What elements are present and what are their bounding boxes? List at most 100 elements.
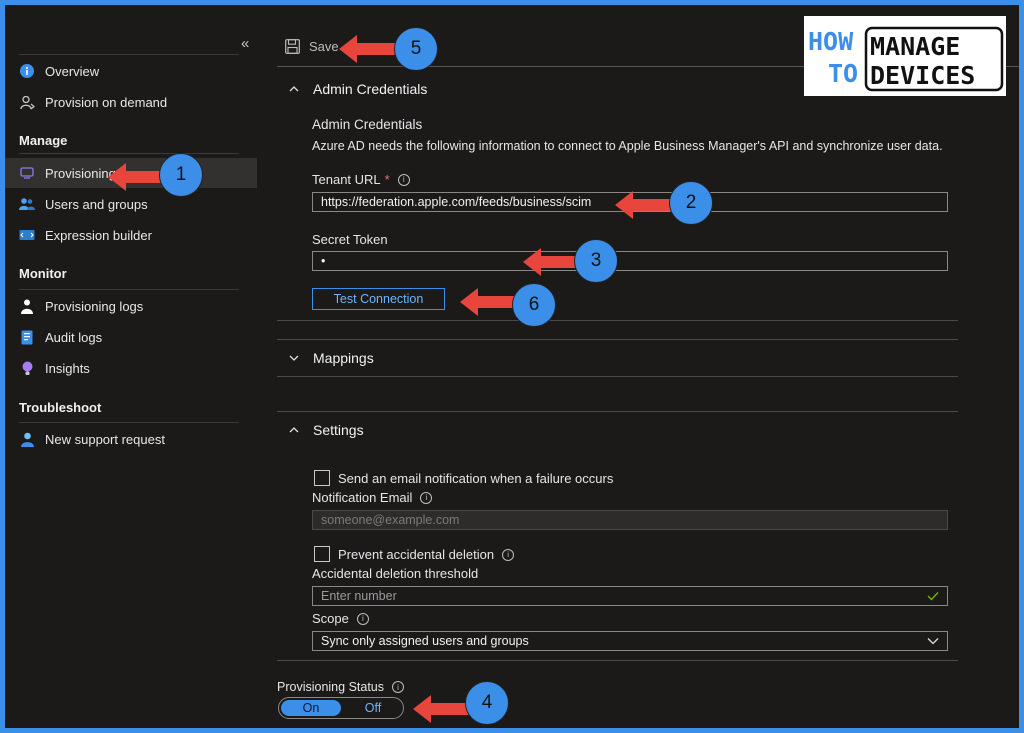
section-title: Settings	[313, 422, 364, 438]
annotation-badge-4: 4	[465, 681, 509, 725]
collapse-sidebar-button[interactable]: «	[241, 35, 249, 52]
checkmark-icon	[927, 592, 939, 601]
tenant-url-label-text: Tenant URL	[312, 172, 381, 187]
app-window: « Overview Provision on demand Manage Pr…	[5, 5, 1019, 728]
notification-email-label-text: Notification Email	[312, 490, 413, 505]
logo-devices: DEVICES	[870, 61, 975, 90]
chevron-up-icon	[289, 86, 299, 92]
sidebar-item-label: Audit logs	[45, 329, 103, 345]
section-divider	[277, 376, 958, 377]
section-divider	[277, 320, 958, 321]
save-label: Save	[309, 39, 339, 54]
audit-logs-icon	[19, 329, 35, 345]
section-divider	[277, 339, 958, 340]
save-button[interactable]: Save	[285, 39, 339, 54]
sidebar-divider	[19, 153, 239, 154]
sidebar-item-audit-logs[interactable]: Audit logs	[5, 322, 257, 352]
scope-label-text: Scope	[312, 611, 349, 626]
toggle-off-option[interactable]: Off	[343, 698, 403, 718]
email-notification-label: Send an email notification when a failur…	[338, 471, 614, 486]
chevron-down-icon	[289, 355, 299, 361]
save-icon	[285, 39, 300, 54]
admin-credentials-section-toggle[interactable]: Admin Credentials	[289, 81, 427, 97]
info-icon[interactable]: i	[420, 491, 433, 504]
annotation-arrow-5	[339, 35, 395, 63]
annotation-arrow-4	[413, 695, 469, 723]
sidebar-item-label: Provision on demand	[45, 94, 168, 110]
prevent-deletion-checkbox[interactable]	[314, 546, 330, 562]
provisioning-logs-icon	[19, 298, 35, 314]
secret-token-input[interactable]: •	[312, 251, 948, 271]
prevent-deletion-label-text: Prevent accidental deletion	[338, 547, 495, 562]
support-icon	[19, 431, 35, 447]
insights-icon	[19, 360, 35, 376]
scope-dropdown[interactable]: Sync only assigned users and groups	[312, 631, 948, 651]
chevron-down-icon	[927, 638, 939, 645]
sidebar-item-provisioning-logs[interactable]: Provisioning logs	[5, 291, 257, 321]
chevron-up-icon	[289, 427, 299, 433]
annotation-badge-6: 6	[512, 283, 556, 327]
admin-credentials-subtitle: Admin Credentials	[312, 117, 423, 132]
provisioning-status-toggle[interactable]: On Off	[278, 697, 404, 719]
section-title: Mappings	[313, 350, 374, 366]
info-icon[interactable]: i	[502, 548, 515, 561]
toggle-on-option[interactable]: On	[281, 700, 341, 716]
annotation-arrow-1	[108, 163, 164, 191]
notification-email-input[interactable]: someone@example.com	[312, 510, 948, 530]
annotation-arrow-2	[615, 191, 671, 219]
sidebar-item-users-and-groups[interactable]: Users and groups	[5, 189, 257, 219]
annotation-arrow-3	[523, 248, 579, 276]
sidebar-item-label: Overview	[45, 63, 100, 79]
section-title: Admin Credentials	[313, 81, 428, 97]
secret-token-label: Secret Token	[312, 232, 388, 247]
provision-on-demand-icon	[19, 94, 35, 110]
scope-label: Scope i	[312, 611, 369, 626]
sidebar-divider	[19, 54, 239, 55]
info-icon[interactable]: i	[356, 612, 369, 625]
sidebar-item-label: Expression builder	[45, 227, 152, 243]
expression-builder-icon	[19, 227, 35, 243]
info-icon[interactable]: i	[397, 173, 410, 186]
admin-credentials-description: Azure AD needs the following information…	[312, 139, 943, 153]
annotation-arrow-6	[460, 288, 516, 316]
test-connection-button[interactable]: Test Connection	[312, 288, 445, 310]
annotation-badge-2: 2	[669, 181, 713, 225]
sidebar-item-label: New support request	[45, 431, 165, 447]
section-divider	[277, 411, 958, 412]
sidebar-item-expression-builder[interactable]: Expression builder	[5, 220, 257, 250]
section-heading-monitor: Monitor	[19, 266, 67, 281]
sidebar-item-label: Provisioning	[45, 165, 116, 181]
scope-selected-value: Sync only assigned users and groups	[321, 634, 529, 648]
deletion-threshold-label: Accidental deletion threshold	[312, 566, 479, 581]
tenant-url-label: Tenant URL * i	[312, 172, 410, 187]
users-icon	[19, 196, 35, 212]
annotation-badge-3: 3	[574, 239, 618, 283]
section-heading-manage: Manage	[19, 133, 68, 148]
provisioning-status-label: Provisioning Status i	[277, 680, 405, 694]
info-icon	[19, 63, 35, 79]
section-divider	[277, 660, 958, 661]
provisioning-status-label-text: Provisioning Status	[277, 680, 385, 694]
sidebar-item-label: Users and groups	[45, 196, 148, 212]
sidebar-item-insights[interactable]: Insights	[5, 353, 257, 383]
required-marker: *	[384, 172, 390, 187]
logo-to: TO	[828, 59, 858, 88]
sidebar-item-label: Provisioning logs	[45, 298, 144, 314]
settings-section-toggle[interactable]: Settings	[289, 422, 364, 438]
sidebar-item-new-support-request[interactable]: New support request	[5, 424, 257, 454]
section-heading-troubleshoot: Troubleshoot	[19, 400, 102, 415]
sidebar-divider	[19, 422, 239, 423]
deletion-threshold-placeholder: Enter number	[321, 589, 397, 603]
email-notification-checkbox[interactable]	[314, 470, 330, 486]
sidebar-item-overview[interactable]: Overview	[5, 56, 257, 86]
logo-manage: MANAGE	[870, 32, 960, 61]
sidebar-item-provision-on-demand[interactable]: Provision on demand	[5, 87, 257, 117]
provisioning-icon	[19, 165, 35, 181]
sidebar-item-label: Insights	[45, 360, 90, 376]
annotation-badge-5: 5	[394, 27, 438, 71]
notification-email-label: Notification Email i	[312, 490, 433, 505]
info-icon[interactable]: i	[392, 681, 405, 693]
mappings-section-toggle[interactable]: Mappings	[289, 350, 374, 366]
prevent-deletion-label: Prevent accidental deletion i	[338, 547, 515, 562]
deletion-threshold-input[interactable]: Enter number	[312, 586, 948, 606]
